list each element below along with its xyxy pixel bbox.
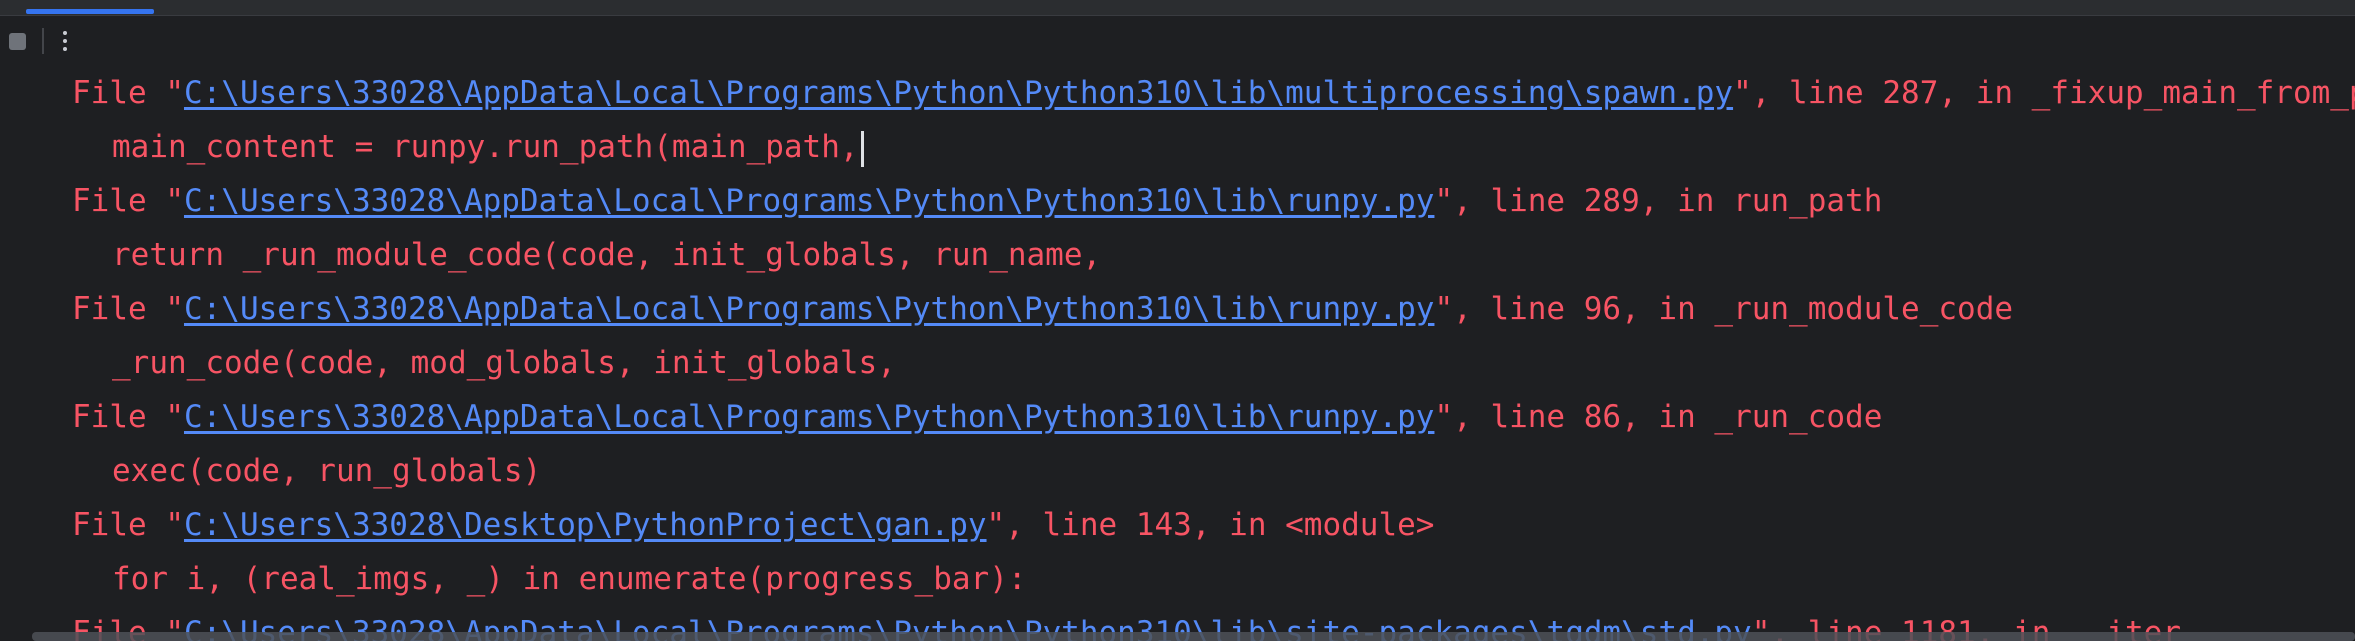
frame-suffix: ", line 143, in <module> bbox=[986, 507, 1435, 543]
traceback-code-line: exec(code, run_globals) bbox=[0, 444, 541, 498]
active-tab-indicator[interactable] bbox=[26, 9, 154, 14]
frame-suffix: ", line 287, in _fixup_main_from_path bbox=[1733, 75, 2355, 111]
code-text: exec(code, run_globals) bbox=[112, 453, 542, 489]
traceback-frame-line: File "C:\Users\33028\Desktop\PythonProje… bbox=[0, 498, 1434, 552]
frame-prefix: File " bbox=[72, 183, 184, 219]
tool-window-tab-strip bbox=[0, 0, 2355, 16]
console-toolbar bbox=[0, 16, 2355, 66]
file-path-link[interactable]: C:\Users\33028\AppData\Local\Programs\Py… bbox=[184, 75, 1733, 111]
frame-suffix: ", line 289, in run_path bbox=[1434, 183, 1883, 219]
traceback-frame-line: File "C:\Users\33028\AppData\Local\Progr… bbox=[0, 282, 2013, 336]
traceback-code-line: _run_code(code, mod_globals, init_global… bbox=[0, 336, 896, 390]
traceback-code-line: main_content = runpy.run_path(main_path, bbox=[0, 120, 864, 174]
file-path-link[interactable]: C:\Users\33028\AppData\Local\Programs\Py… bbox=[184, 183, 1434, 219]
code-text: for i, (real_imgs, _) in enumerate(progr… bbox=[112, 561, 1027, 597]
traceback-frame-line: File "C:\Users\33028\AppData\Local\Progr… bbox=[0, 174, 1882, 228]
more-vertical-icon[interactable] bbox=[58, 25, 72, 57]
traceback-code-line: for i, (real_imgs, _) in enumerate(progr… bbox=[0, 552, 1027, 606]
traceback-code-line: return _run_module_code(code, init_globa… bbox=[0, 228, 1101, 282]
frame-prefix: File " bbox=[72, 399, 184, 435]
code-text: _run_code(code, mod_globals, init_global… bbox=[112, 345, 896, 381]
frame-prefix: File " bbox=[72, 507, 184, 543]
traceback-frame-line: File "C:\Users\33028\AppData\Local\Progr… bbox=[0, 66, 2355, 120]
frame-suffix: ", line 96, in _run_module_code bbox=[1434, 291, 2014, 327]
frame-suffix: ", line 86, in _run_code bbox=[1434, 399, 1883, 435]
toolbar-divider bbox=[42, 28, 44, 54]
text-caret bbox=[860, 130, 864, 167]
file-path-link[interactable]: C:\Users\33028\AppData\Local\Programs\Py… bbox=[184, 291, 1434, 327]
file-path-link[interactable]: C:\Users\33028\AppData\Local\Programs\Py… bbox=[184, 399, 1434, 435]
run-console-output[interactable]: File "C:\Users\33028\AppData\Local\Progr… bbox=[0, 66, 2355, 641]
horizontal-scrollbar[interactable] bbox=[32, 632, 2355, 641]
code-text: return _run_module_code(code, init_globa… bbox=[112, 237, 1102, 273]
traceback-frame-line: File "C:\Users\33028\AppData\Local\Progr… bbox=[0, 390, 1882, 444]
stop-icon[interactable] bbox=[9, 33, 26, 50]
frame-prefix: File " bbox=[72, 291, 184, 327]
file-path-link[interactable]: C:\Users\33028\Desktop\PythonProject\gan… bbox=[184, 507, 987, 543]
frame-prefix: File " bbox=[72, 75, 184, 111]
code-text: main_content = runpy.run_path(main_path, bbox=[112, 129, 859, 165]
